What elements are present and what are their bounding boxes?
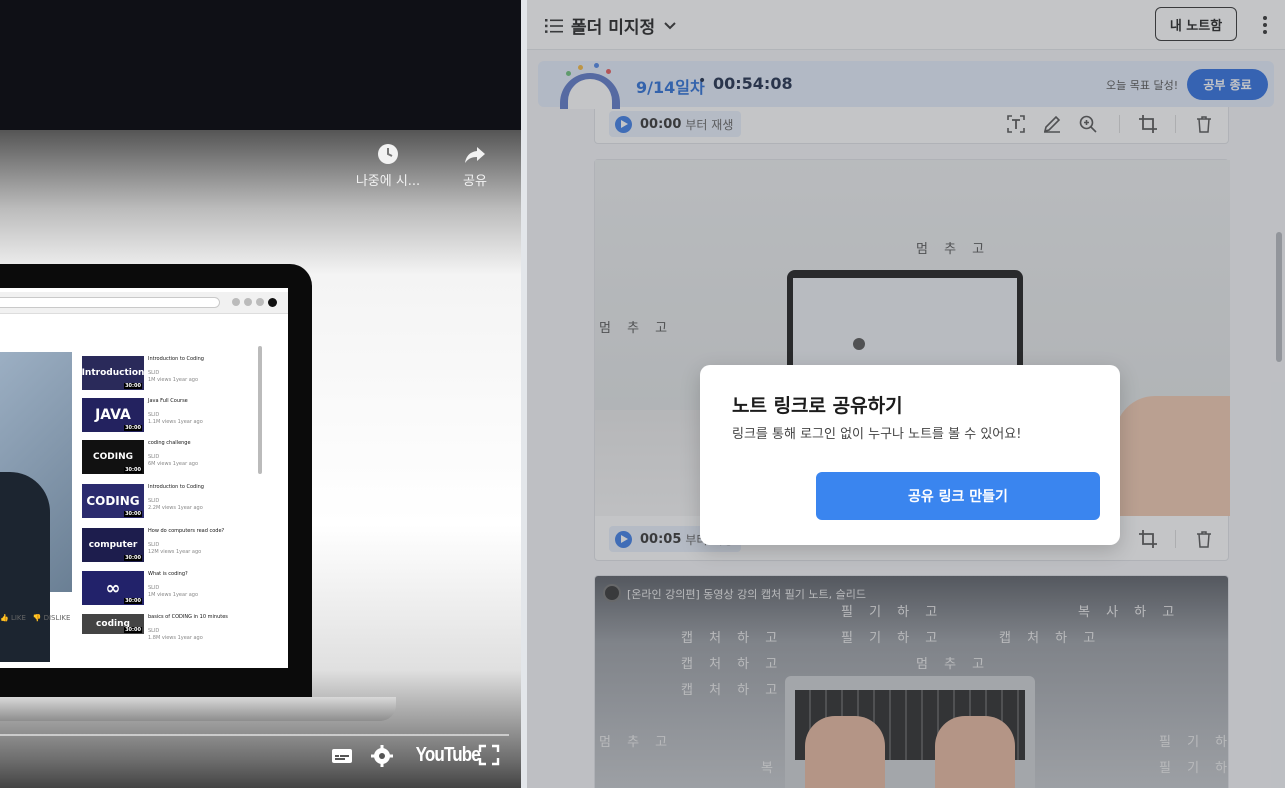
related-title: Introduction to Coding [148,356,204,362]
video-top-dark [0,0,521,130]
related-video-item: Introduction 30:00 Introduction to Coding… [82,356,272,394]
fullscreen-button[interactable] [478,744,500,766]
progress-bar[interactable] [0,734,509,736]
browser-icon [244,298,252,306]
settings-button[interactable] [370,744,394,768]
gear-icon [371,745,393,767]
watch-later-label: 나중에 시... [355,174,421,189]
modal-description: 링크를 통해 로그인 없이 누구나 노트를 볼 수 있어요! [732,427,1022,442]
fullscreen-icon [478,744,500,766]
related-title: Introduction to Coding [148,484,204,490]
related-thumbnail: Introduction 30:00 [82,356,144,390]
modal-title: 노트 링크로 공유하기 [732,395,903,417]
related-thumbnail: computer 30:00 [82,528,144,562]
share-button[interactable]: 공유 [452,142,498,189]
related-video-item: CODING 30:00 Introduction to Coding SLID 2… [82,484,272,522]
related-thumbnail: ∞ 30:00 [82,571,144,605]
youtube-logo-button[interactable]: YouTube [410,744,486,767]
laptop-screen: 👍 LIKE 👎 DISLIKE Introduction 30:00 Intro… [0,288,288,668]
create-share-link-button[interactable]: 공유 링크 만들기 [816,472,1100,520]
related-video-item: computer 30:00 How do computers read code… [82,528,272,566]
related-thumbnail: CODING 30:00 [82,440,144,474]
related-meta: SLID 12M views 1year ago [148,542,202,555]
watch-later-button[interactable]: 나중에 시... [352,142,424,189]
share-label: 공유 [463,174,487,189]
related-thumbnail: coding 30:00 [82,614,144,634]
related-meta: SLID 1.8M views 1year ago [148,628,203,641]
browser-url-bar [0,292,288,314]
related-title: What is coding? [148,571,188,577]
laptop-base [0,697,396,721]
youtube-logo: YouTube [415,744,481,766]
presenter-figure [0,472,50,662]
related-video-item: coding 30:00 basics of CODING in 10 minut… [82,614,272,652]
related-video-item: JAVA 30:00 Java Full Course SLID 1.1M view… [82,398,272,436]
related-thumbnail: JAVA 30:00 [82,398,144,432]
related-title: Java Full Course [148,398,188,404]
related-meta: SLID 1.1M views 1year ago [148,412,203,425]
related-video-item: ∞ 30:00 What is coding? SLID 1M views 1yea… [82,571,272,609]
main-video-thumbnail [0,352,72,662]
subtitles-button[interactable] [330,744,354,768]
video-player[interactable]: 나중에 시... 공유 👍 LIKE 👎 DISLIKE Introductio… [0,0,521,788]
note-panel: 폴더 미지정 내 노트함 00:00 부터 재생 멈 추 고 멈 추 고 00:… [527,0,1285,788]
browser-icon [232,298,240,306]
clock-icon [378,144,398,164]
related-meta: SLID 6M views 1year ago [148,454,199,467]
like-dislike-row: 👍 LIKE 👎 DISLIKE [0,614,71,622]
related-title: coding challenge [148,440,191,446]
screen: 나중에 시... 공유 👍 LIKE 👎 DISLIKE Introductio… [0,0,1285,788]
related-thumbnail: CODING 30:00 [82,484,144,518]
share-link-modal: 노트 링크로 공유하기 링크를 통해 로그인 없이 누구나 노트를 볼 수 있어… [700,365,1120,545]
related-title: basics of CODING in 10 minutes [148,614,228,620]
url-field [0,297,220,308]
share-arrow-icon [465,147,485,163]
related-title: How do computers read code? [148,528,225,534]
related-meta: SLID 1M views 1year ago [148,370,199,383]
subtitles-icon [332,749,352,763]
related-video-item: CODING 30:00 coding challenge SLID 6M view… [82,440,272,478]
profile-icon [268,298,277,307]
related-meta: SLID 2.2M views 1year ago [148,498,203,511]
related-meta: SLID 1M views 1year ago [148,585,199,598]
browser-icon [256,298,264,306]
